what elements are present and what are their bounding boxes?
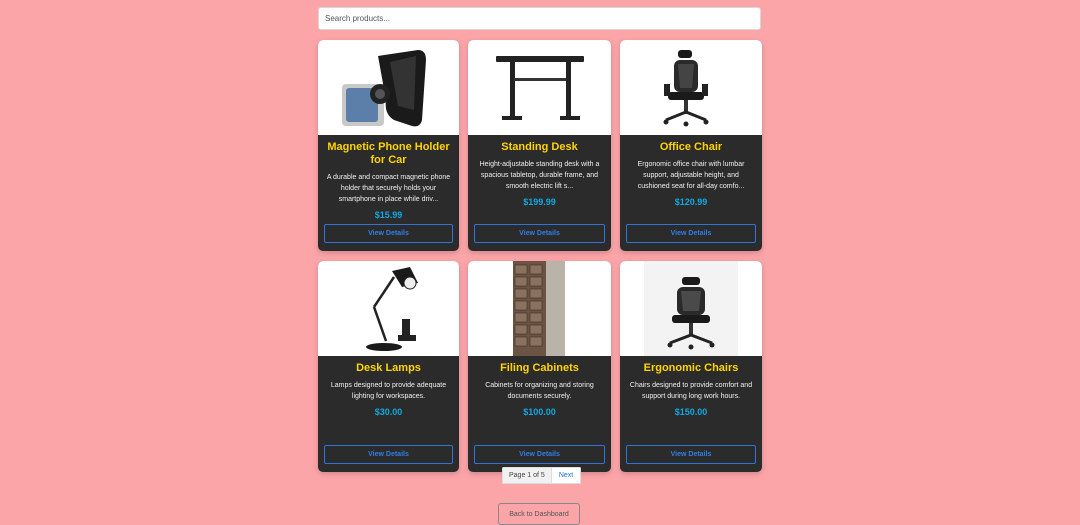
- product-card: Office Chair Ergonomic office chair with…: [620, 40, 762, 251]
- product-description: A durable and compact magnetic phone hol…: [326, 174, 451, 203]
- product-price: $150.00: [674, 407, 708, 417]
- product-price: $30.00: [374, 407, 403, 417]
- product-image-filing-cabinets: [468, 261, 611, 356]
- pagination: Page 1 of 5 Next: [502, 467, 582, 484]
- product-price: $100.00: [523, 407, 556, 417]
- product-name: Desk Lamps: [356, 362, 421, 374]
- product-name: Ergonomic Chairs: [643, 362, 739, 374]
- product-name: Office Chair: [659, 141, 723, 153]
- product-card: Magnetic Phone Holder for Car A durable …: [318, 40, 459, 251]
- product-name: Magnetic Phone Holder for Car: [327, 141, 450, 166]
- product-card: Desk Lamps Lamps designed to provide ade…: [318, 261, 459, 472]
- view-details-button[interactable]: View Details: [324, 224, 453, 243]
- product-card: Ergonomic Chairs Chairs designed to prov…: [620, 261, 762, 472]
- product-card: Standing Desk Height-adjustable standing…: [468, 40, 611, 251]
- back-to-dashboard-button[interactable]: Back to Dashboard: [498, 503, 580, 525]
- product-price: $120.99: [674, 197, 708, 207]
- product-image-standing-desk: [468, 40, 611, 135]
- view-details-button[interactable]: View Details: [324, 445, 453, 464]
- product-image-ergonomic-chair: [620, 261, 762, 356]
- next-page-button[interactable]: Next: [551, 467, 582, 484]
- product-image-phone-holder: [318, 40, 459, 135]
- page-indicator: Page 1 of 5: [502, 467, 552, 484]
- product-name: Standing Desk: [501, 141, 578, 153]
- product-description: Cabinets for organizing and storing docu…: [485, 382, 594, 400]
- product-description: Height-adjustable standing desk with a s…: [479, 161, 600, 190]
- product-description: Chairs designed to provide comfort and s…: [629, 382, 753, 400]
- product-card: Filing Cabinets Cabinets for organizing …: [468, 261, 611, 472]
- product-image-desk-lamp: [318, 261, 459, 356]
- search-input[interactable]: [318, 7, 761, 30]
- product-name: Filing Cabinets: [500, 362, 579, 374]
- view-details-button[interactable]: View Details: [474, 445, 605, 464]
- view-details-button[interactable]: View Details: [474, 224, 605, 243]
- product-grid: Magnetic Phone Holder for Car A durable …: [318, 40, 762, 472]
- product-description: Lamps designed to provide adequate light…: [330, 382, 447, 400]
- product-description: Ergonomic office chair with lumbar suppo…: [637, 161, 745, 190]
- view-details-button[interactable]: View Details: [626, 445, 756, 464]
- product-image-office-chair: [620, 40, 762, 135]
- view-details-button[interactable]: View Details: [626, 224, 756, 243]
- product-price: $15.99: [374, 210, 403, 220]
- product-price: $199.99: [523, 197, 556, 207]
